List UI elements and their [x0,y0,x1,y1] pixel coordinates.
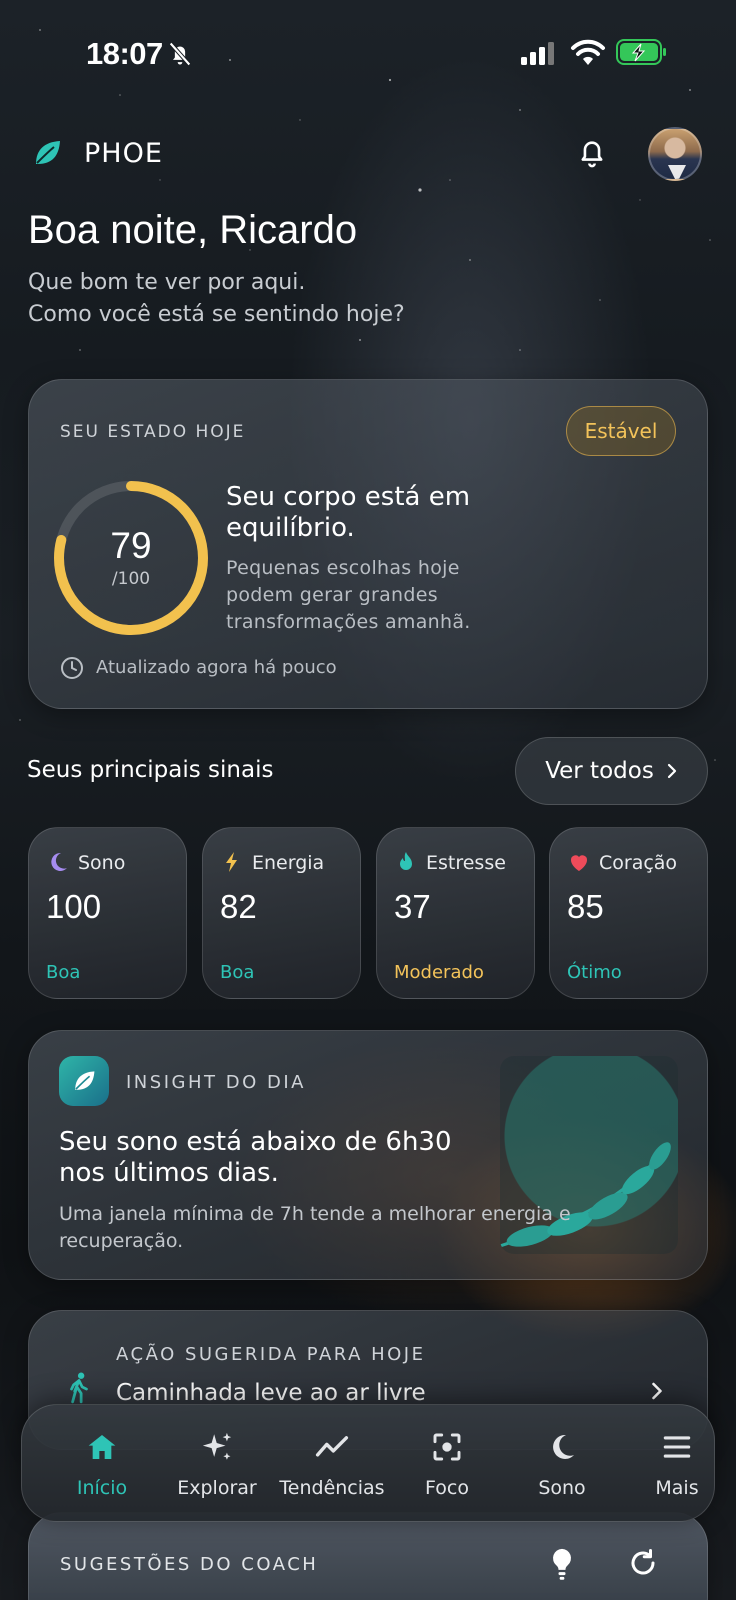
nav-item-sono[interactable]: Sono [504,1405,620,1523]
bottom-navigation: Início Explorar Tendências Foco Sono Mai… [21,1404,715,1522]
signal-label: Sono [78,852,126,874]
nav-label: Tendências [279,1477,385,1499]
insight-title: Seu sono está abaixo de 6h30 nos últimos… [59,1127,452,1188]
state-card-label: SEU ESTADO HOJE [60,422,246,442]
signal-status: Moderado [394,962,484,983]
nav-item-explorar[interactable]: Explorar [159,1405,275,1523]
signals-section-title: Seus principais sinais [27,757,274,783]
signal-status: Boa [46,962,81,983]
see-all-label: Ver todos [545,758,654,784]
moon-icon [51,852,67,871]
moon-icon [553,1434,574,1459]
flame-icon [400,852,412,870]
chevron-right-icon [667,763,676,779]
cellular-signal-icon [521,42,554,65]
insight-description: Uma janela mínima de 7h tende a melhorar… [59,1203,571,1252]
signal-label: Energia [252,852,325,874]
phoe-logo-icon [36,141,60,164]
brand-name: PHOE [84,138,163,169]
nav-label: Início [76,1477,128,1499]
suggested-action-label: AÇÃO SUGERIDA PARA HOJE [116,1344,426,1365]
sparkles-icon [202,1432,232,1460]
state-updated-text: Atualizado agora há pouco [96,657,337,678]
nav-label: Foco [425,1477,469,1499]
menu-icon [663,1436,691,1458]
nav-label: Mais [655,1477,699,1499]
suggested-action-text: Caminhada leve ao ar livre [116,1380,426,1406]
refresh-icon[interactable] [628,1548,658,1578]
nav-item-foco[interactable]: Foco [389,1405,505,1523]
chevron-right-icon[interactable] [650,1380,664,1402]
trend-chart-icon [315,1436,349,1457]
signal-value: 82 [220,888,257,925]
nav-label: Explorar [177,1477,257,1499]
signal-card-sono[interactable]: Sono 100 Boa [28,827,187,999]
state-score: 79 [110,525,152,566]
signal-card-coracao[interactable]: Coração 85 Ótimo [549,827,708,999]
wifi-icon [571,39,605,65]
signal-value: 37 [394,888,431,925]
battery-charging-icon [616,39,666,65]
coach-suggestions-label: SUGESTÕES DO COACH [60,1554,319,1575]
signal-label: Coração [599,852,678,874]
focus-icon [433,1433,461,1461]
state-score-max: /100 [111,569,151,589]
nav-item-mais[interactable]: Mais [619,1405,735,1523]
walking-icon [70,1372,88,1404]
status-time: 18:07 [86,36,163,71]
insight-label: INSIGHT DO DIA [126,1072,306,1093]
signal-value: 85 [567,888,604,925]
insight-logo-icon [59,1056,109,1106]
state-status-badge: Estável [566,406,676,456]
clock-icon [61,657,83,679]
state-title: Seu corpo está em equilíbrio. [226,482,471,543]
lightbulb-icon [553,1548,571,1580]
signal-status: Ótimo [567,962,622,983]
bell-off-icon [169,42,191,66]
signal-value: 100 [46,888,102,925]
user-avatar[interactable] [648,127,702,181]
nav-item-tendencias[interactable]: Tendências [274,1405,390,1523]
see-all-button[interactable]: Ver todos [515,737,708,805]
bolt-icon [226,852,237,872]
greeting-subtitle-line2: Como você está se sentindo hoje? [28,302,405,327]
heart-icon [570,855,588,871]
nav-item-inicio[interactable]: Início [44,1405,160,1523]
signal-label: Estresse [426,852,506,874]
greeting-subtitle-line1: Que bom te ver por aqui. [28,270,306,295]
notification-bell-icon[interactable] [576,136,608,170]
nav-label: Sono [538,1477,586,1499]
signal-status: Boa [220,962,255,983]
home-icon [88,1435,116,1459]
greeting-title: Boa noite, Ricardo [28,208,358,252]
state-description: Pequenas escolhas hoje podem gerar grand… [226,557,471,633]
signal-card-estresse[interactable]: Estresse 37 Moderado [376,827,535,999]
signal-card-energia[interactable]: Energia 82 Boa [202,827,361,999]
